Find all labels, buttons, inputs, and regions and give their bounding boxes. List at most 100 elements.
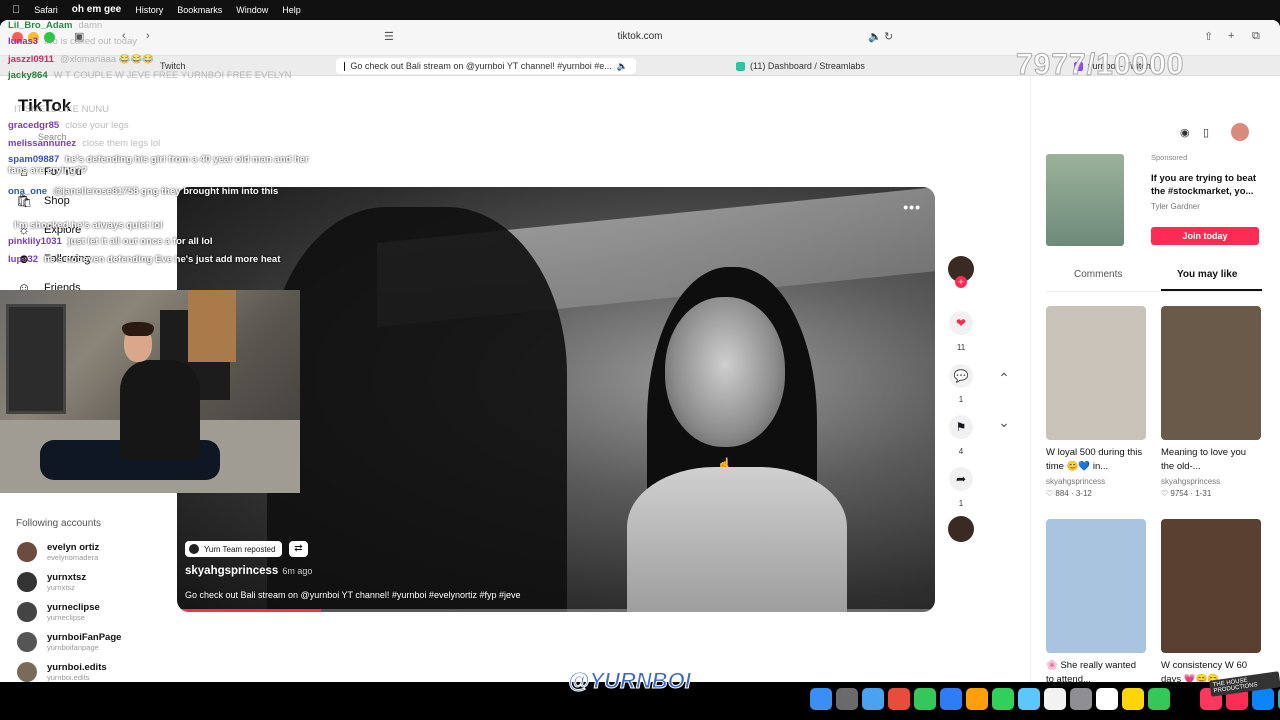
tab-tiktok[interactable]: Go check out Bali stream on @yurnboi YT …	[336, 58, 636, 74]
dock-app-icon[interactable]	[966, 688, 988, 710]
more-options-icon[interactable]: •••	[903, 199, 921, 215]
video-scene	[665, 297, 785, 447]
ad-title[interactable]: If you are trying to beat the #stockmark…	[1151, 172, 1263, 198]
dock-app-icon[interactable]	[1044, 688, 1066, 710]
tab-streamlabs[interactable]: (11) Dashboard / Streamlabs	[736, 58, 865, 74]
tab-overview-icon[interactable]: ⧉	[1252, 30, 1260, 43]
chat-message: gracedgr85 close your legs	[8, 120, 328, 131]
address-bar[interactable]: tiktok.com	[560, 31, 720, 42]
chat-text: just let it all out once a for all lol	[67, 236, 213, 247]
dock-app-icon[interactable]	[940, 688, 962, 710]
like-button[interactable]: ❤	[949, 311, 973, 335]
author-name[interactable]: skyahgsprincess	[185, 565, 278, 577]
chat-text: he's not even defending Eve he's just ad…	[44, 254, 281, 265]
share-button[interactable]: ➦	[949, 467, 973, 491]
card-title: Meaning to love you the old-...	[1161, 447, 1247, 472]
dock-app-icon[interactable]	[1174, 688, 1196, 710]
profile-avatar[interactable]	[1231, 123, 1249, 141]
tab-audio-icon[interactable]: 🔈	[617, 61, 628, 72]
card-title: 🌸 She really wanted to attend...	[1046, 660, 1136, 682]
menu-help[interactable]: Help	[282, 5, 301, 15]
card-meta: ♡ 9754 · 1-31	[1161, 489, 1212, 498]
comment-button[interactable]: 💬	[949, 364, 973, 388]
account-handle: evelynomadera	[47, 553, 99, 562]
account-handle: yurnboifanpage	[47, 643, 99, 652]
dock-app-icon[interactable]	[1122, 688, 1144, 710]
suggested-video-card[interactable]: 🌸 She really wanted to attend... skyahgs…	[1046, 519, 1146, 682]
chat-username: jaszzl0911	[8, 54, 54, 65]
dock-app-icon[interactable]	[1096, 688, 1118, 710]
reader-icon[interactable]: ☰	[384, 30, 394, 43]
suggested-video-card[interactable]: Meaning to love you the old-... skyahgsp…	[1161, 306, 1261, 498]
chat-message: melissannunez close them legs lol	[8, 138, 328, 149]
new-tab-icon[interactable]: +	[1228, 30, 1234, 42]
suggested-video-card[interactable]: W loyal 500 during this time 😊💙 in... sk…	[1046, 306, 1146, 498]
tab-you-may-like[interactable]: You may like	[1177, 269, 1237, 280]
speaker-icon[interactable]: 🔈	[868, 30, 882, 43]
avatar	[17, 572, 37, 592]
card-thumbnail[interactable]	[1161, 519, 1261, 653]
following-account[interactable]: yurnboiFanPage yurnboifanpage	[17, 632, 121, 652]
device-icon[interactable]: ▯	[1203, 126, 1209, 139]
menu-bookmarks[interactable]: Bookmarks	[177, 5, 222, 15]
ad-thumbnail[interactable]	[1046, 154, 1124, 246]
dock-app-icon[interactable]	[1070, 688, 1092, 710]
account-handle: yurneclipse	[47, 613, 85, 622]
screen:  Safari oh em gee History Bookmarks Win…	[0, 0, 1280, 720]
chat-username: lupe32	[8, 254, 39, 265]
dock-app-icon[interactable]	[1018, 688, 1040, 710]
reload-icon[interactable]: ↻	[884, 30, 893, 43]
menu-app[interactable]: Safari	[34, 5, 58, 15]
video-progress-fill	[177, 609, 322, 612]
following-account[interactable]: yurneclipse yurneclipse	[17, 602, 100, 622]
avatar	[17, 542, 37, 562]
chat-text: close them legs lol	[82, 138, 161, 149]
video-caption: Go check out Bali stream on @yurnboi YT …	[185, 590, 521, 600]
menu-bar:  Safari oh em gee History Bookmarks Win…	[0, 0, 1280, 19]
dock-app-icon[interactable]	[1252, 688, 1274, 710]
chat-text: damn	[78, 20, 103, 31]
dock-app-icon[interactable]	[810, 688, 832, 710]
dock-app-icon[interactable]	[992, 688, 1014, 710]
webcam-scene	[188, 290, 236, 362]
dock-app-icon[interactable]	[914, 688, 936, 710]
bookmark-count: 4	[958, 447, 964, 456]
ad-author: Tyler Gardner	[1151, 202, 1200, 211]
streamer	[120, 360, 200, 460]
following-account[interactable]: evelyn ortiz evelynomadera	[17, 542, 99, 562]
repost-icon[interactable]: ⇄	[289, 541, 308, 557]
chat-message: jacky864 W T COUPLE W JEVE FREE YURNBOI F…	[8, 70, 328, 81]
card-thumbnail[interactable]	[1161, 306, 1261, 440]
previous-video-icon[interactable]: ⌃	[992, 366, 1016, 390]
chat-message: pinklily1031 just let it all out once a f…	[8, 236, 328, 247]
dock-app-icon[interactable]	[836, 688, 858, 710]
dock-app-icon[interactable]	[888, 688, 910, 710]
join-today-button[interactable]: Join today	[1151, 227, 1259, 245]
menu-history[interactable]: History	[135, 5, 163, 15]
follow-plus-icon[interactable]: +	[955, 276, 967, 288]
music-avatar[interactable]	[948, 516, 974, 542]
menu-window[interactable]: Window	[236, 5, 268, 15]
card-user: skyahgsprincess	[1046, 477, 1106, 486]
account-handle: yurnboi.edits	[47, 673, 90, 682]
next-video-icon[interactable]: ⌄	[992, 410, 1016, 434]
card-thumbnail[interactable]	[1046, 306, 1146, 440]
chat-username: pinklily1031	[8, 236, 62, 247]
bookmark-button[interactable]: ⚑	[949, 415, 973, 439]
activity-icon[interactable]: ◉	[1180, 126, 1190, 139]
tab-comments[interactable]: Comments	[1074, 269, 1122, 280]
following-account[interactable]: yurnxtsz yurnxtsz	[17, 572, 86, 592]
dock-app-icon[interactable]	[1148, 688, 1170, 710]
comment-count: 1	[958, 395, 964, 404]
card-thumbnail[interactable]	[1046, 519, 1146, 653]
account-handle: yurnxtsz	[47, 583, 75, 592]
video-author[interactable]: skyahgsprincess 6m ago	[185, 565, 312, 577]
following-account[interactable]: yurnboi.edits yurnboi.edits	[17, 662, 107, 682]
video-scene	[627, 467, 847, 612]
share-icon[interactable]: ⇧	[1204, 30, 1213, 43]
following-accounts-heading: Following accounts	[16, 518, 102, 529]
apple-icon[interactable]: 	[12, 4, 20, 16]
dock-app-icon[interactable]	[862, 688, 884, 710]
divider	[1030, 76, 1031, 682]
suggested-video-card[interactable]: W consistency W 60 days 💗😊😊... skyahgspr…	[1161, 519, 1261, 682]
